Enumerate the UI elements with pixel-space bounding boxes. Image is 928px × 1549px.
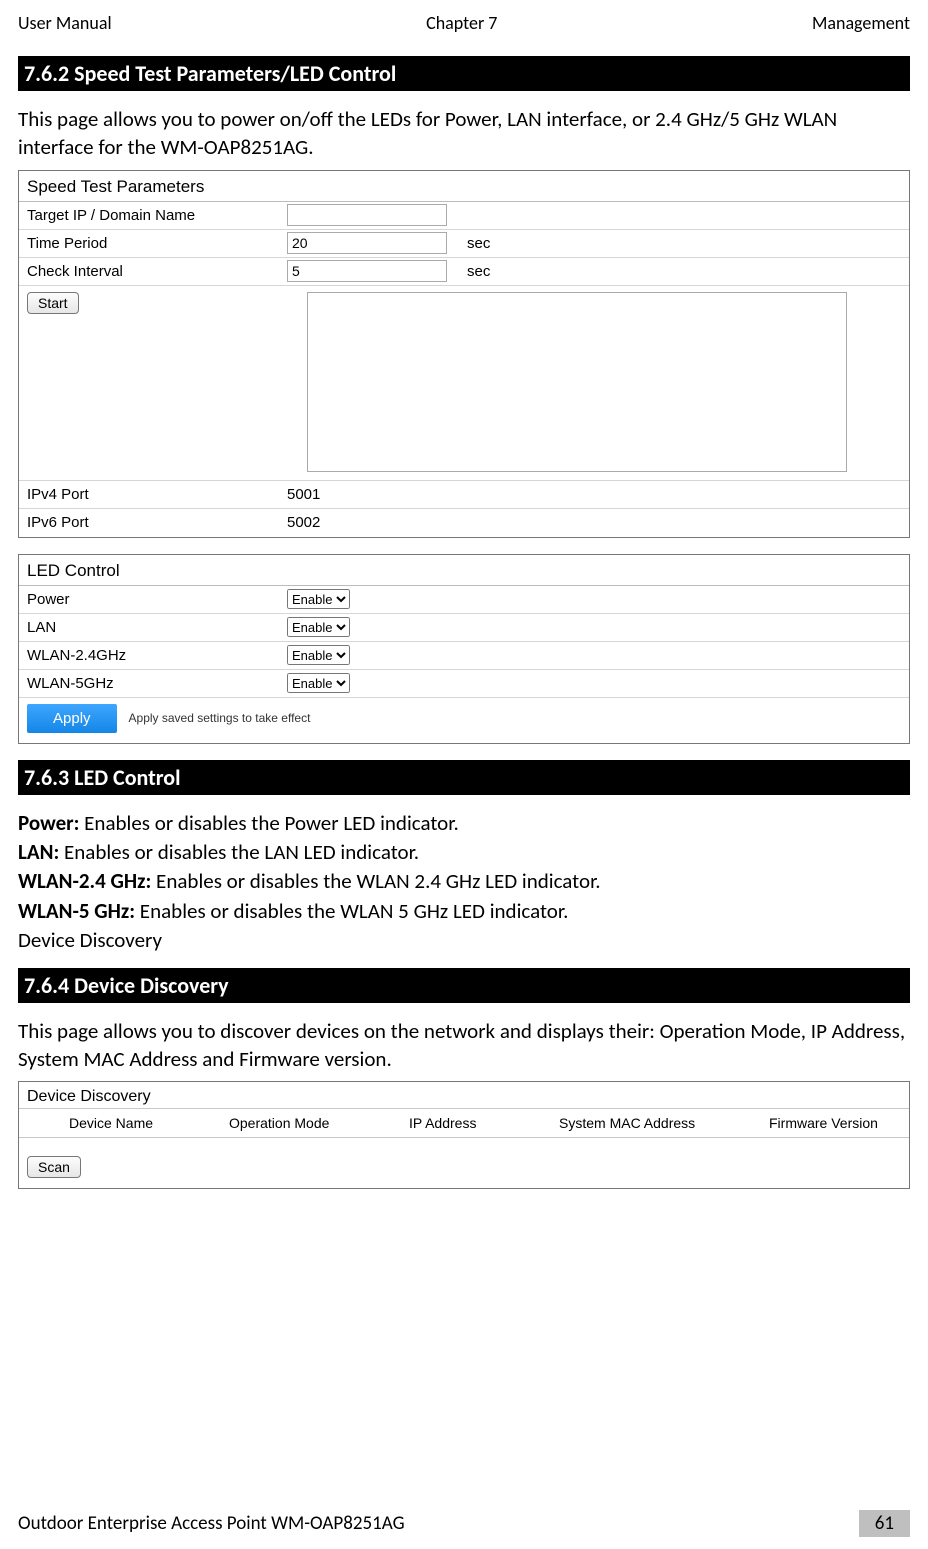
desc-lan-key: LAN: — [18, 839, 59, 865]
speed-test-title: Speed Test Parameters — [19, 171, 909, 202]
ipv4-label: IPv4 Port — [27, 486, 287, 503]
desc-power-val: Enables or disables the Power LED indica… — [79, 810, 458, 836]
col-ip-address: IP Address — [409, 1115, 559, 1131]
led-wlan24-select[interactable]: Enable — [287, 645, 350, 665]
page-footer: Outdoor Enterprise Access Point WM-OAP82… — [18, 1510, 910, 1537]
col-device-name: Device Name — [19, 1115, 229, 1131]
section-heading-762: 7.6.2 Speed Test Parameters/LED Control — [18, 56, 910, 91]
desc-lan-val: Enables or disables the LAN LED indicato… — [59, 839, 419, 865]
desc-device-discovery-line: Device Discovery — [18, 926, 910, 955]
speed-test-panel: Speed Test Parameters Target IP / Domain… — [18, 170, 910, 538]
page-number: 61 — [859, 1510, 910, 1537]
desc-power-key: Power: — [18, 810, 79, 836]
footer-left: Outdoor Enterprise Access Point WM-OAP82… — [18, 1512, 405, 1535]
led-lan-select[interactable]: Enable — [287, 617, 350, 637]
header-center: Chapter 7 — [426, 12, 497, 34]
led-lan-label: LAN — [27, 619, 287, 636]
device-discovery-title: Device Discovery — [19, 1082, 909, 1108]
target-label: Target IP / Domain Name — [27, 207, 287, 224]
led-control-panel: LED Control Power Enable LAN Enable WLAN… — [18, 554, 910, 744]
start-button[interactable]: Start — [27, 292, 79, 314]
apply-note: Apply saved settings to take effect — [129, 711, 311, 725]
page-header: User Manual Chapter 7 Management — [18, 12, 910, 34]
ipv6-label: IPv6 Port — [27, 514, 287, 531]
apply-row: Apply Apply saved settings to take effec… — [19, 698, 909, 743]
led-control-title: LED Control — [19, 555, 909, 586]
led-wlan5-row: WLAN-5GHz Enable — [19, 670, 909, 698]
check-unit: sec — [457, 263, 490, 280]
section-heading-763: 7.6.3 LED Control — [18, 760, 910, 795]
ipv6-value: 5002 — [287, 514, 457, 531]
led-lan-row: LAN Enable — [19, 614, 909, 642]
target-input[interactable] — [287, 204, 447, 226]
led-power-select[interactable]: Enable — [287, 589, 350, 609]
device-discovery-header: Device Name Operation Mode IP Address Sy… — [19, 1108, 909, 1138]
led-power-label: Power — [27, 591, 287, 608]
led-wlan5-label: WLAN-5GHz — [27, 675, 287, 692]
col-firmware-version: Firmware Version — [769, 1115, 909, 1131]
target-row: Target IP / Domain Name — [19, 202, 909, 230]
scan-button[interactable]: Scan — [27, 1156, 81, 1178]
col-mac-address: System MAC Address — [559, 1115, 769, 1131]
ipv4-row: IPv4 Port 5001 — [19, 481, 909, 509]
result-textarea[interactable] — [307, 292, 847, 472]
led-description: Power: Enables or disables the Power LED… — [18, 809, 910, 956]
time-unit: sec — [457, 235, 490, 252]
apply-button[interactable]: Apply — [27, 704, 117, 733]
ipv6-row: IPv6 Port 5002 — [19, 509, 909, 537]
desc-wlan24-key: WLAN-2.4 GHz: — [18, 868, 151, 894]
time-input[interactable] — [287, 232, 447, 254]
check-row: Check Interval sec — [19, 258, 909, 286]
section-heading-764: 7.6.4 Device Discovery — [18, 968, 910, 1003]
led-wlan5-select[interactable]: Enable — [287, 673, 350, 693]
col-operation-mode: Operation Mode — [229, 1115, 409, 1131]
check-input[interactable] — [287, 260, 447, 282]
time-label: Time Period — [27, 235, 287, 252]
desc-wlan24-val: Enables or disables the WLAN 2.4 GHz LED… — [151, 868, 600, 894]
header-left: User Manual — [18, 12, 112, 34]
start-row: Start — [19, 286, 909, 481]
check-label: Check Interval — [27, 263, 287, 280]
device-discovery-panel: Device Discovery Device Name Operation M… — [18, 1081, 910, 1189]
led-power-row: Power Enable — [19, 586, 909, 614]
time-row: Time Period sec — [19, 230, 909, 258]
ipv4-value: 5001 — [287, 486, 457, 503]
section-intro-764: This page allows you to discover devices… — [18, 1017, 910, 1074]
header-right: Management — [812, 12, 910, 34]
led-wlan24-row: WLAN-2.4GHz Enable — [19, 642, 909, 670]
desc-wlan5-key: WLAN-5 GHz: — [18, 898, 135, 924]
desc-wlan5-val: Enables or disables the WLAN 5 GHz LED i… — [135, 898, 568, 924]
section-intro-762: This page allows you to power on/off the… — [18, 105, 910, 162]
led-wlan24-label: WLAN-2.4GHz — [27, 647, 287, 664]
